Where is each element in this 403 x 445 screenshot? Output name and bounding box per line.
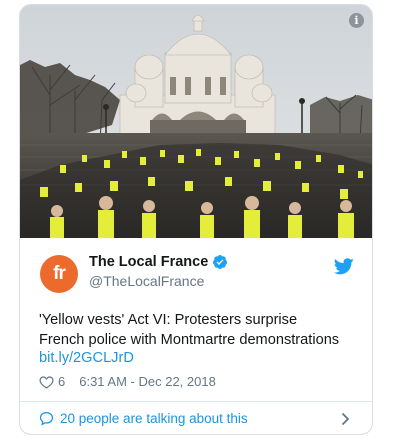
verified-badge-icon [213, 255, 228, 269]
tweet-meta-row: 6 6:31 AM - Dec 22, 2018 [39, 374, 216, 389]
avatar-label: fr [53, 263, 66, 284]
author-name-row[interactable]: The Local France [89, 254, 228, 270]
like-count[interactable]: 6 [58, 374, 65, 389]
chevron-right-icon[interactable] [341, 412, 350, 426]
author-name[interactable]: The Local France [89, 254, 208, 270]
conversation-label: 20 people are talking about this [60, 411, 248, 426]
speech-bubble-icon [39, 411, 54, 426]
tweet-text-line: 'Yellow vests' Act VI: Protesters surpri… [39, 312, 298, 328]
tweet-photo[interactable]: i [20, 5, 372, 238]
tweet-text-line: French police with Montmartre demonstrat… [39, 332, 340, 348]
author-handle[interactable]: @TheLocalFrance [89, 273, 204, 289]
info-icon[interactable]: i [349, 13, 364, 28]
tweet-card[interactable]: i fr The Local France @TheLocalFrance 'Y… [19, 4, 373, 435]
heart-icon[interactable] [39, 375, 54, 389]
twitter-bird-icon[interactable] [334, 258, 354, 275]
conversation-link[interactable]: 20 people are talking about this [39, 411, 248, 426]
tweet-timestamp[interactable]: 6:31 AM - Dec 22, 2018 [79, 374, 216, 389]
sacre-coeur-protest-image [20, 5, 372, 238]
tweet-text: 'Yellow vests' Act VI: Protesters surpri… [39, 310, 359, 350]
divider [20, 401, 372, 402]
tweet-link[interactable]: bit.ly/2GCLJrD [39, 350, 134, 366]
avatar[interactable]: fr [40, 255, 78, 293]
